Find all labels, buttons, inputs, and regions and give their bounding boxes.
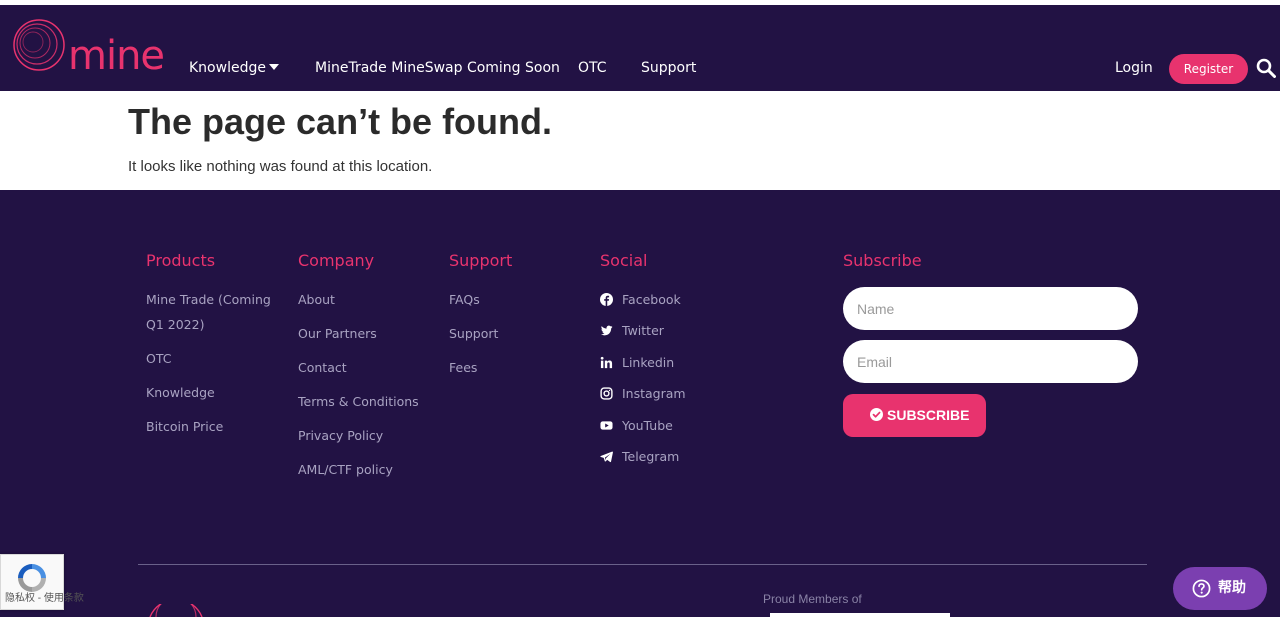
- youtube-icon: [600, 421, 613, 430]
- login-link[interactable]: Login: [1115, 59, 1153, 77]
- member-organization-logo[interactable]: [770, 613, 950, 617]
- nav-minetrade[interactable]: MineTrade MineSwap Coming Soon: [315, 59, 560, 77]
- twitter-icon: [600, 325, 613, 336]
- subscribe-button[interactable]: SUBSCRIBE: [843, 394, 986, 437]
- subscribe-heading: Subscribe: [843, 251, 922, 270]
- recaptcha-icon: [18, 564, 46, 592]
- footer-link-faqs[interactable]: FAQs: [449, 292, 480, 308]
- footer-link-mine-trade-date[interactable]: Q1 2022): [146, 317, 204, 333]
- help-label: 帮助: [1218, 580, 1246, 596]
- social-heading: Social: [600, 251, 648, 270]
- footer-link-mine-trade[interactable]: Mine Trade (Coming: [146, 292, 271, 308]
- chevron-down-icon[interactable]: [269, 64, 279, 70]
- footer-link-support[interactable]: Support: [449, 326, 498, 342]
- footer-divider: [138, 564, 1147, 565]
- linkedin-icon: [600, 356, 613, 369]
- footer-link-otc[interactable]: OTC: [146, 351, 171, 367]
- social-label: Twitter: [622, 323, 664, 338]
- instagram-icon: [600, 387, 613, 400]
- nav-otc[interactable]: OTC: [578, 59, 607, 77]
- search-icon[interactable]: [1256, 58, 1276, 78]
- footer-link-terms[interactable]: Terms & Conditions: [298, 394, 419, 410]
- telegram-icon: [600, 451, 613, 463]
- not-found-message: It looks like nothing was found at this …: [128, 158, 433, 175]
- proud-members-text: Proud Members of: [763, 592, 862, 606]
- footer-link-about[interactable]: About: [298, 292, 335, 308]
- navbar: mine Knowledge MineTrade MineSwap Coming…: [0, 5, 1280, 91]
- footer-mine-logo-icon[interactable]: [146, 604, 206, 617]
- support-heading: Support: [449, 251, 513, 270]
- social-label: YouTube: [622, 418, 673, 433]
- footer-link-aml[interactable]: AML/CTF policy: [298, 462, 393, 478]
- nav-support[interactable]: Support: [641, 59, 696, 77]
- products-heading: Products: [146, 251, 216, 270]
- social-label: Telegram: [622, 449, 680, 464]
- company-heading: Company: [298, 251, 375, 270]
- name-field[interactable]: [843, 287, 1138, 330]
- help-button[interactable]: 帮助: [1173, 567, 1267, 610]
- social-label: Instagram: [622, 386, 686, 401]
- register-button[interactable]: Register: [1169, 54, 1248, 84]
- footer-link-knowledge[interactable]: Knowledge: [146, 385, 215, 401]
- not-found-section: The page can’t be found. It looks like n…: [0, 91, 1280, 190]
- footer: Products Mine Trade (Coming Q1 2022) OTC…: [0, 190, 1280, 617]
- footer-link-fees[interactable]: Fees: [449, 360, 477, 376]
- social-label: Facebook: [622, 292, 681, 307]
- recaptcha-badge[interactable]: 隐私权 - 使用条款: [0, 554, 84, 610]
- check-circle-icon: [870, 408, 883, 421]
- recaptcha-terms[interactable]: 隐私权 - 使用条款: [5, 593, 84, 604]
- footer-link-partners[interactable]: Our Partners: [298, 326, 377, 342]
- subscribe-label: SUBSCRIBE: [887, 407, 970, 423]
- email-field[interactable]: [843, 340, 1138, 383]
- footer-link-bitcoin-price[interactable]: Bitcoin Price: [146, 419, 223, 435]
- social-label: Linkedin: [622, 355, 675, 370]
- page-title: The page can’t be found.: [128, 101, 553, 142]
- nav-knowledge[interactable]: Knowledge: [189, 59, 266, 77]
- footer-link-privacy[interactable]: Privacy Policy: [298, 428, 383, 444]
- logo-text[interactable]: mine: [68, 36, 165, 76]
- facebook-icon: [600, 293, 613, 306]
- question-circle-icon: [1192, 579, 1211, 598]
- footer-link-contact[interactable]: Contact: [298, 360, 347, 376]
